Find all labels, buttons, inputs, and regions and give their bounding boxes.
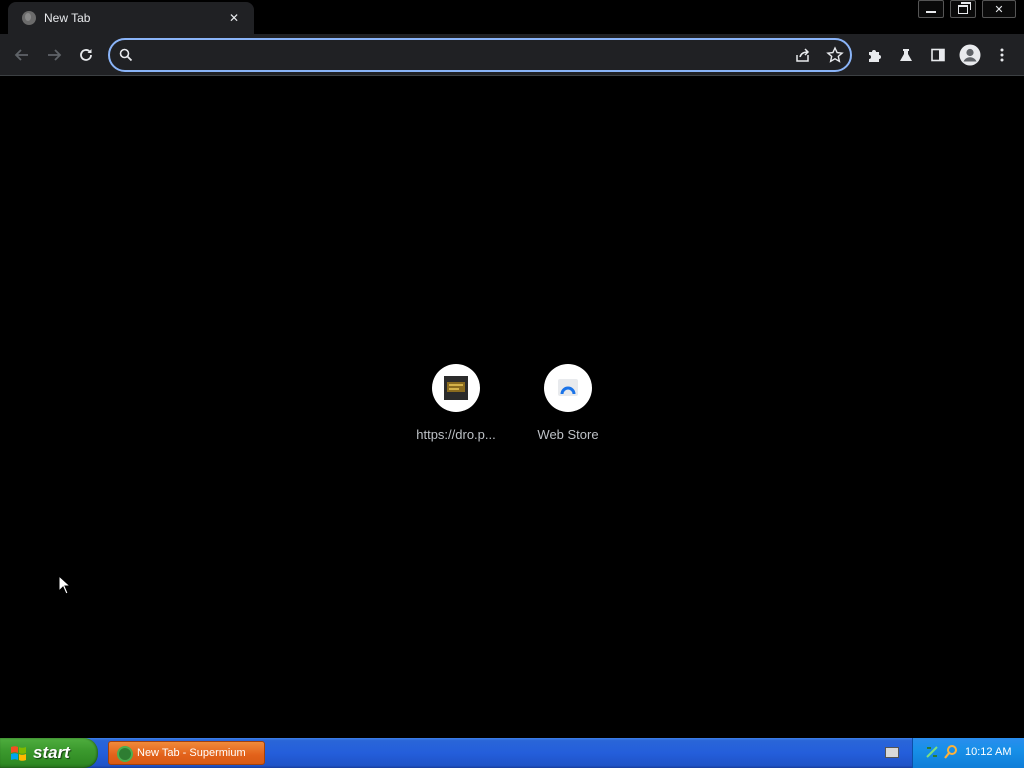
supermium-app-icon: [117, 746, 133, 762]
back-arrow-icon: [14, 49, 28, 61]
globe-icon: [22, 11, 36, 25]
restore-icon: [958, 1, 971, 14]
clock: 10:12 AM: [965, 746, 1012, 758]
back-button[interactable]: [9, 42, 35, 68]
minimize-icon: [926, 11, 936, 13]
minimize-button[interactable]: [918, 0, 944, 18]
start-label: start: [33, 743, 70, 762]
shortcut-favicon-circle: [544, 364, 592, 412]
shortcut-tile-dro[interactable]: https://dro.p...: [400, 364, 512, 454]
reload-icon: [80, 49, 92, 61]
browser-toolbar: [0, 34, 1024, 76]
star-icon[interactable]: [826, 46, 844, 64]
menu-button[interactable]: [989, 42, 1015, 68]
windows-flag-icon: [11, 746, 26, 761]
keyboard-icon[interactable]: [885, 747, 899, 758]
web-store-icon: [558, 379, 578, 396]
shortcut-favicon-circle: [432, 364, 480, 412]
tab-title: New Tab: [44, 11, 91, 25]
omnibox-input[interactable]: [142, 45, 782, 65]
extensions-button[interactable]: [861, 42, 887, 68]
share-icon[interactable]: [794, 46, 812, 64]
taskbar-item-label: New Tab - Supermium: [137, 747, 246, 759]
shortcut-label: Web Store: [537, 427, 599, 442]
side-panel-button[interactable]: [925, 42, 951, 68]
puzzle-icon: [869, 50, 881, 62]
taskbar-item-supermium[interactable]: New Tab - Supermium: [108, 741, 265, 765]
tab-strip: New Tab ✕ ✕: [0, 0, 1024, 34]
mouse-cursor-icon: [58, 575, 72, 595]
more-vert-icon: [1000, 48, 1004, 62]
new-tab-page: https://dro.p... Web Store: [0, 77, 1024, 738]
tray-search-icon[interactable]: [943, 744, 959, 760]
tab-close-button[interactable]: ✕: [226, 10, 242, 26]
search-icon: [119, 48, 133, 62]
start-button[interactable]: start: [0, 738, 98, 768]
profile-button[interactable]: [957, 42, 983, 68]
screen: New Tab ✕ ✕ https://dro.p... Web Store s…: [0, 0, 1024, 768]
flask-icon: [900, 49, 912, 61]
close-window-button[interactable]: ✕: [982, 0, 1016, 18]
taskbar: start New Tab - Supermium 10:12 AM: [0, 738, 1024, 768]
side-panel-icon: [931, 48, 945, 62]
shortcut-label: https://dro.p...: [416, 427, 496, 442]
network-icon[interactable]: [925, 745, 939, 759]
address-bar[interactable]: [108, 38, 852, 72]
window-controls: ✕: [912, 0, 1016, 18]
profile-avatar-icon: [959, 44, 981, 66]
site-thumbnail-icon: [444, 376, 468, 400]
system-tray: 10:12 AM: [912, 738, 1024, 768]
shortcut-tile-web-store[interactable]: Web Store: [512, 364, 624, 454]
forward-button[interactable]: [41, 42, 67, 68]
reload-button[interactable]: [73, 42, 99, 68]
restore-button[interactable]: [950, 0, 976, 18]
forward-arrow-icon: [48, 49, 62, 61]
labs-button[interactable]: [893, 42, 919, 68]
tab-new-tab[interactable]: New Tab ✕: [8, 2, 254, 34]
